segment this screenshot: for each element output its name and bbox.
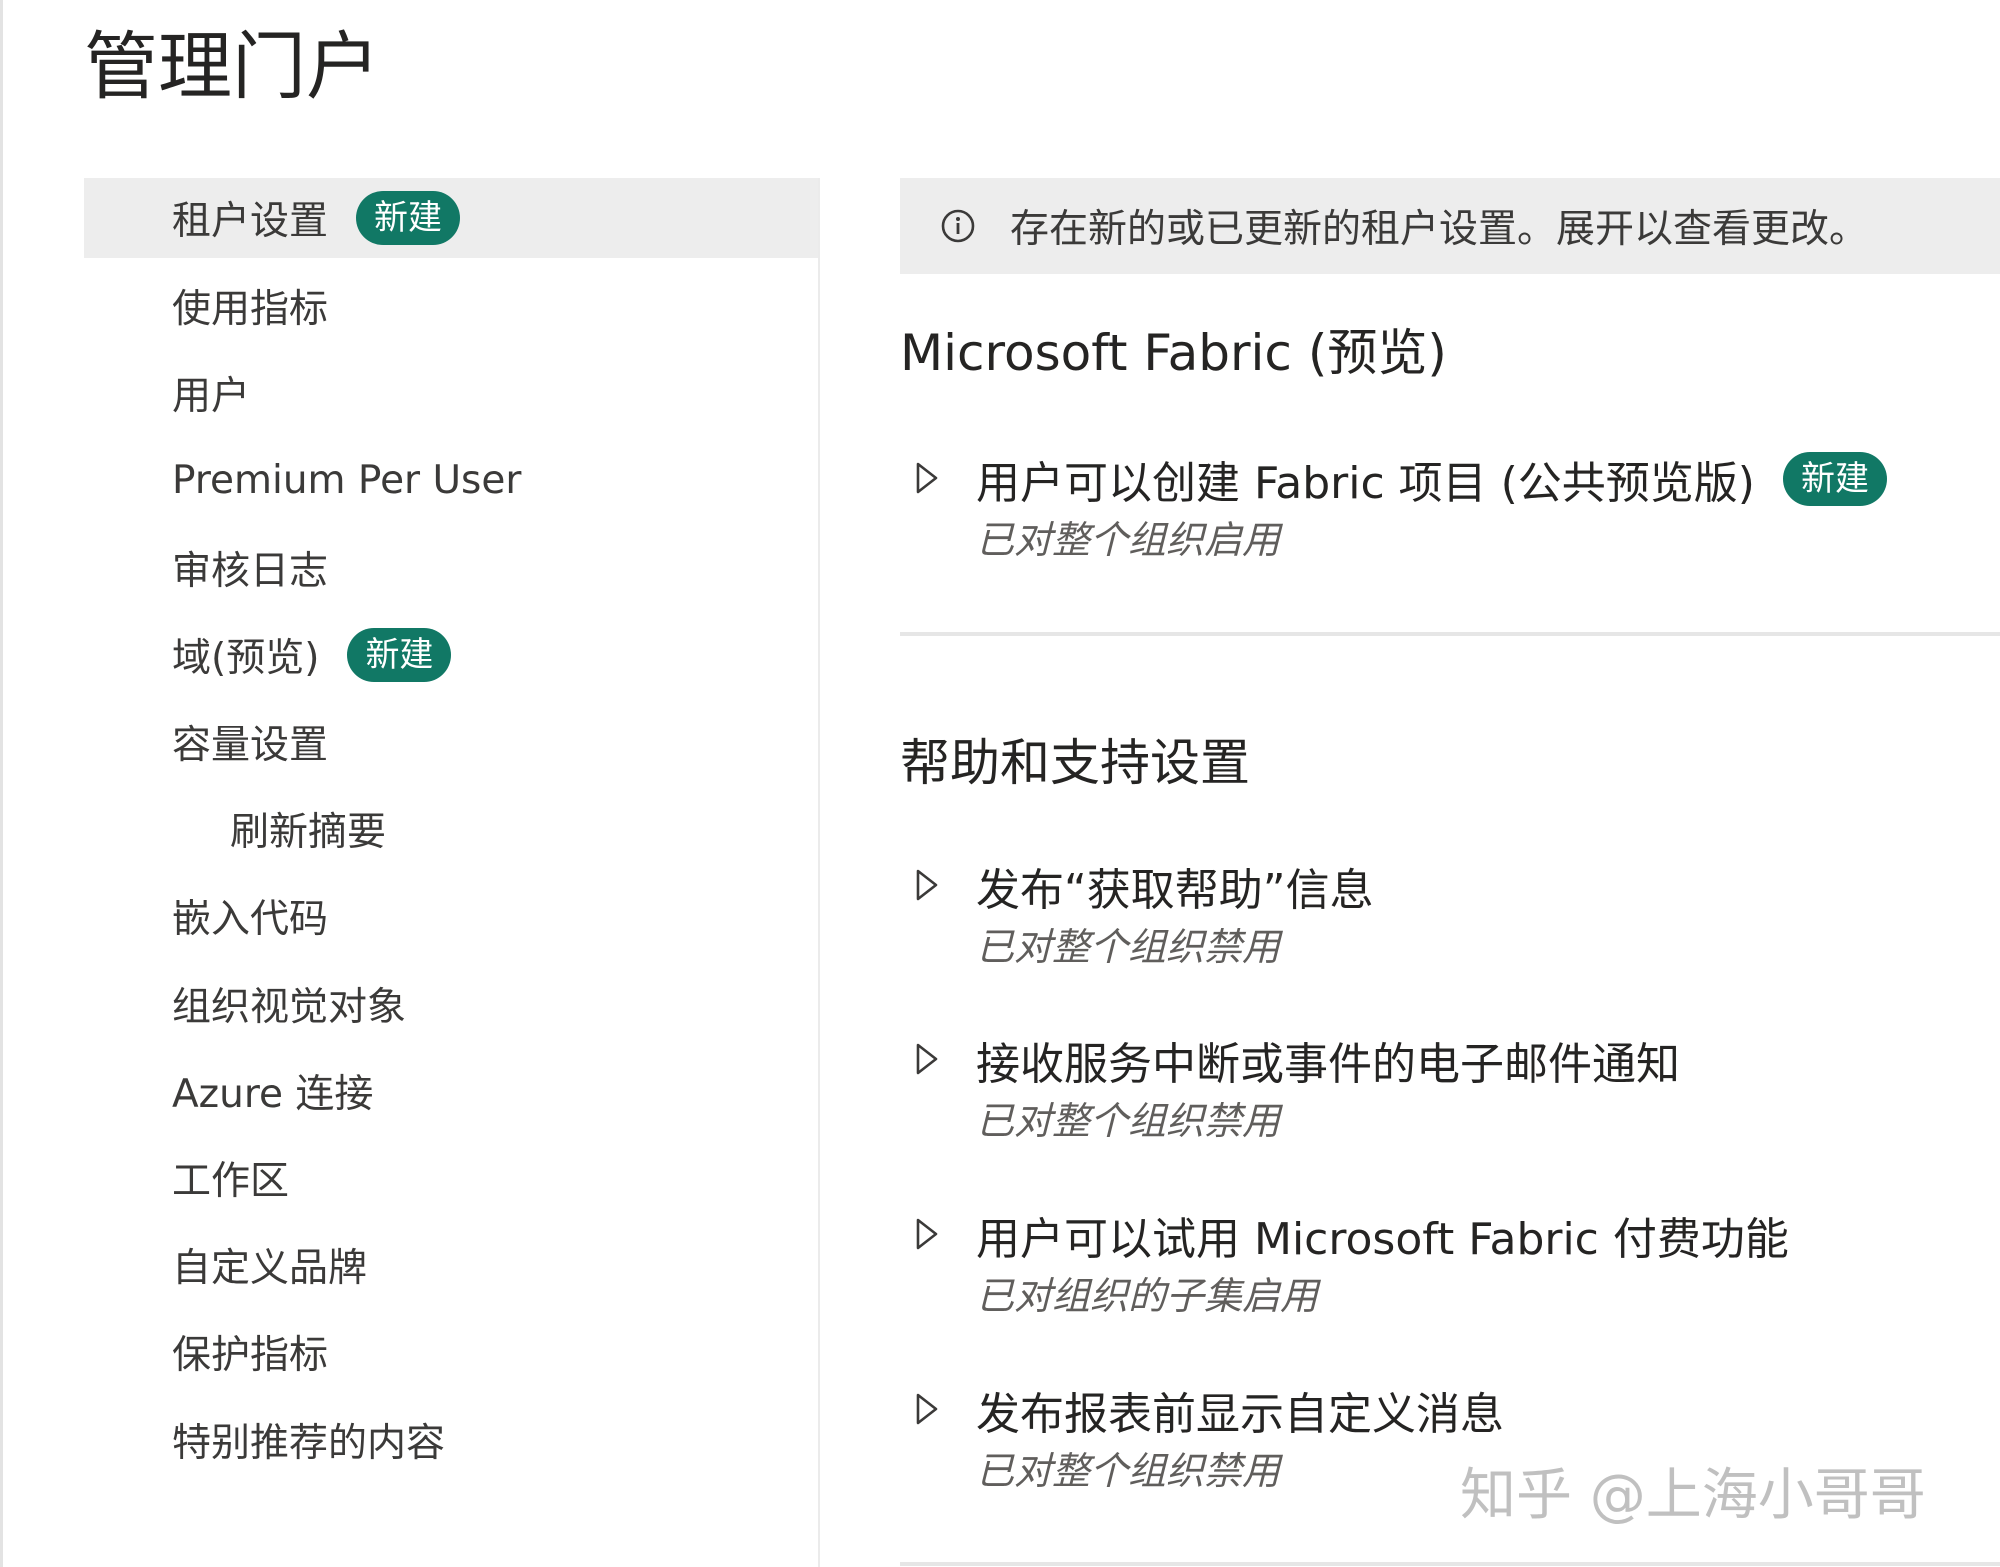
nav-item-label: 使用指标 — [172, 287, 329, 332]
setting-status: 已对整个组织启用 — [976, 518, 1281, 562]
nav-item-refresh-summary[interactable]: 刷新摘要 — [84, 789, 818, 869]
nav-item-label: 容量设置 — [172, 723, 329, 768]
section-title-fabric: Microsoft Fabric (预览) — [900, 324, 1447, 382]
nav-item-protection-metrics[interactable]: 保护指标 — [84, 1312, 818, 1392]
expand-chevron-icon[interactable] — [914, 1217, 940, 1251]
nav-item-label: 嵌入代码 — [172, 897, 329, 942]
expand-chevron-icon[interactable] — [914, 461, 940, 495]
nav-item-label: 审核日志 — [172, 549, 329, 594]
new-badge: 新建 — [347, 628, 452, 682]
window-left-border — [0, 0, 3, 1567]
nav-item-users[interactable]: 用户 — [84, 353, 818, 433]
setting-title-row[interactable]: 发布“获取帮助”信息 — [976, 858, 1374, 916]
nav-item-org-visuals[interactable]: 组织视觉对象 — [84, 964, 818, 1044]
nav-item-label: Premium Per User — [172, 457, 522, 503]
nav-item-label: 工作区 — [172, 1159, 290, 1204]
setting-status: 已对整个组织禁用 — [976, 1099, 1281, 1143]
setting-title: 用户可以创建 Fabric 项目 (公共预览版) — [976, 458, 1755, 509]
nav-item-domains[interactable]: 域(预览) 新建 — [84, 615, 818, 695]
nav-item-azure-connections[interactable]: Azure 连接 — [84, 1051, 818, 1131]
setting-title-row[interactable]: 发布报表前显示自定义消息 — [976, 1382, 1504, 1440]
setting-title-row[interactable]: 用户可以试用 Microsoft Fabric 付费功能 — [976, 1207, 1789, 1265]
setting-title: 接收服务中断或事件的电子邮件通知 — [976, 1039, 1680, 1090]
nav-item-label: 域(预览) — [172, 636, 320, 681]
page-title: 管理门户 — [84, 24, 380, 110]
setting-title: 发布“获取帮助”信息 — [976, 865, 1374, 916]
nav-item-label: 特别推荐的内容 — [172, 1421, 446, 1466]
setting-email-notifications: 接收服务中断或事件的电子邮件通知 已对整个组织禁用 — [900, 1032, 2000, 1152]
nav-item-label: 用户 — [172, 374, 251, 419]
nav-item-capacity-settings[interactable]: 容量设置 — [84, 702, 818, 782]
info-icon — [941, 209, 975, 243]
expand-chevron-icon[interactable] — [914, 868, 940, 902]
left-nav: 租户设置 新建 使用指标 用户 Premium Per User 审核日志 域(… — [84, 178, 820, 1567]
setting-try-paid-features: 用户可以试用 Microsoft Fabric 付费功能 已对组织的子集启用 — [900, 1207, 2000, 1327]
setting-create-fabric-items: 用户可以创建 Fabric 项目 (公共预览版) 新建 已对整个组织启用 — [900, 451, 2000, 571]
watermark: 知乎 @上海小哥哥 — [1460, 1463, 1926, 1528]
new-badge: 新建 — [1782, 452, 1887, 506]
nav-item-usage-metrics[interactable]: 使用指标 — [84, 266, 818, 346]
nav-item-premium-per-user[interactable]: Premium Per User — [84, 440, 818, 520]
nav-item-label: 自定义品牌 — [172, 1246, 368, 1291]
expand-chevron-icon[interactable] — [914, 1392, 940, 1426]
nav-item-label: 保护指标 — [172, 1333, 329, 1378]
nav-item-custom-branding[interactable]: 自定义品牌 — [84, 1225, 818, 1305]
setting-title: 发布报表前显示自定义消息 — [976, 1389, 1504, 1440]
setting-status: 已对整个组织禁用 — [976, 925, 1281, 969]
nav-item-label: 租户设置 — [172, 199, 329, 244]
setting-status: 已对整个组织禁用 — [976, 1449, 1281, 1493]
setting-title: 用户可以试用 Microsoft Fabric 付费功能 — [976, 1214, 1789, 1265]
nav-item-tenant-settings[interactable]: 租户设置 新建 — [84, 178, 818, 258]
banner-text: 存在新的或已更新的租户设置。展开以查看更改。 — [1010, 207, 1869, 252]
nav-item-workspaces[interactable]: 工作区 — [84, 1138, 818, 1218]
nav-item-label: 组织视觉对象 — [172, 985, 407, 1030]
section-title-help-support: 帮助和支持设置 — [900, 734, 1250, 792]
nav-item-featured-content[interactable]: 特别推荐的内容 — [84, 1400, 818, 1480]
setting-title-row[interactable]: 用户可以创建 Fabric 项目 (公共预览版) 新建 — [976, 451, 1887, 509]
setting-status: 已对组织的子集启用 — [976, 1274, 1319, 1318]
new-badge: 新建 — [356, 191, 461, 245]
section-divider — [900, 632, 2000, 636]
setting-publish-get-help-info: 发布“获取帮助”信息 已对整个组织禁用 — [900, 858, 2000, 978]
nav-item-audit-logs[interactable]: 审核日志 — [84, 528, 818, 608]
info-banner: 存在新的或已更新的租户设置。展开以查看更改。 — [900, 178, 2000, 274]
setting-title-row[interactable]: 接收服务中断或事件的电子邮件通知 — [976, 1032, 1680, 1090]
nav-item-label: Azure 连接 — [172, 1072, 374, 1117]
nav-item-label: 刷新摘要 — [230, 810, 387, 855]
expand-chevron-icon[interactable] — [914, 1042, 940, 1076]
section-divider — [900, 1562, 2000, 1566]
nav-item-embed-codes[interactable]: 嵌入代码 — [84, 876, 818, 956]
